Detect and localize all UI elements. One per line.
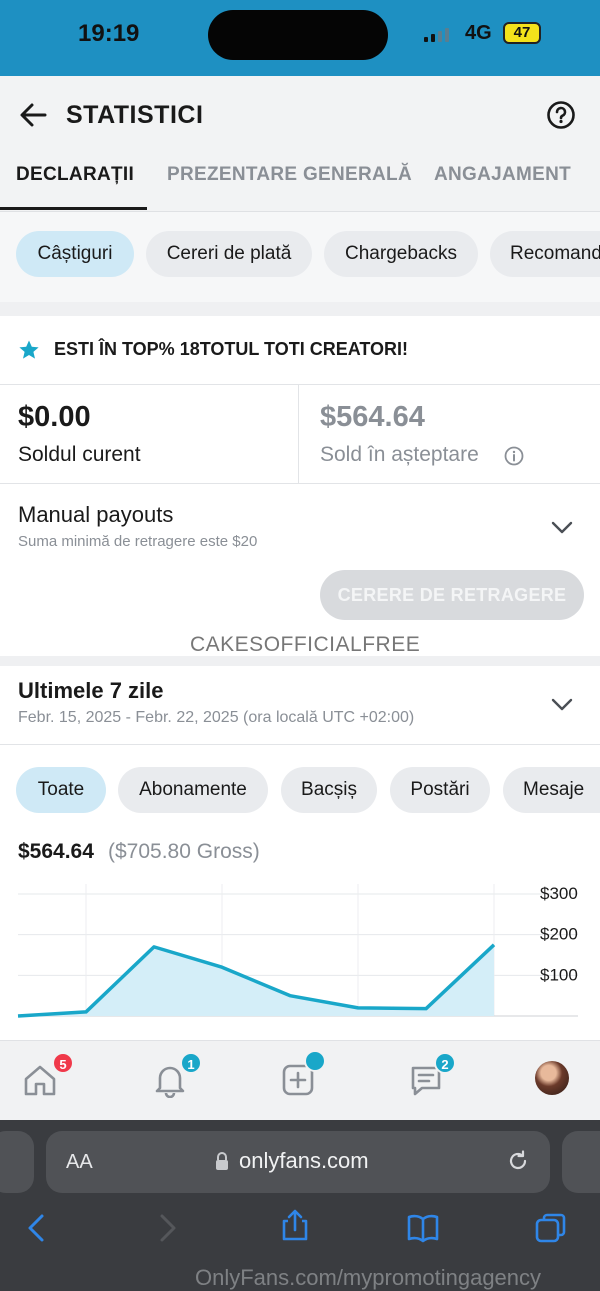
period-title[interactable]: Ultimele 7 zile [18, 678, 164, 704]
section-divider [0, 744, 600, 745]
star-icon [19, 340, 39, 359]
add-post-dot [304, 1050, 326, 1072]
reload-icon[interactable] [506, 1149, 530, 1173]
earnings-chart: $300 $200 $100 [17, 884, 578, 1018]
reader-options-button[interactable]: AA [66, 1151, 93, 1174]
pending-balance-label: Sold în așteptare [320, 443, 479, 466]
pending-balance-card [298, 384, 600, 484]
chip-mesaje[interactable]: Mesaje [503, 767, 600, 813]
username-watermark: CAKESOFFICIALFREE [190, 633, 421, 656]
current-balance-label: Soldul curent [18, 443, 141, 466]
network-type: 4G [465, 22, 492, 44]
previous-tab-preview[interactable] [0, 1131, 34, 1193]
status-time: 19:19 [78, 20, 140, 47]
active-tab-indicator [0, 207, 147, 210]
tab-angajament[interactable]: ANGAJAMENT [434, 164, 571, 186]
info-icon[interactable] [504, 446, 524, 466]
chip-chargebacks[interactable]: Chargebacks [324, 231, 478, 277]
tab-declaratii[interactable]: DECLARAȚII [16, 164, 134, 186]
browser-back-icon[interactable] [20, 1211, 54, 1245]
current-balance-amount: $0.00 [18, 401, 91, 433]
pending-balance-amount: $564.64 [320, 401, 425, 433]
chevron-down-icon[interactable] [550, 520, 574, 536]
lock-icon [216, 1152, 228, 1170]
minimum-withdrawal-note: Suma minimă de retragere este $20 [18, 533, 258, 550]
section-divider [0, 302, 600, 316]
manual-payouts-title: Manual payouts [18, 502, 174, 527]
chip-bacsis[interactable]: Bacșiș [281, 767, 377, 813]
chip-recomandari[interactable]: Recomand [490, 231, 600, 277]
tab-prezentare-generala[interactable]: PREZENTARE GENERALĂ [167, 164, 412, 186]
chip-postari[interactable]: Postări [390, 767, 490, 813]
chart-y-tick-label: $300 [540, 884, 578, 903]
withdrawal-request-button[interactable]: CERERE DE RETRAGERE [320, 570, 584, 620]
total-gross-earnings: ($705.80 Gross) [108, 840, 260, 863]
back-arrow-icon[interactable] [18, 100, 48, 130]
chart-y-tick-label: $100 [540, 965, 578, 984]
chart-y-tick-label: $200 [540, 925, 578, 944]
section-divider [0, 656, 600, 666]
share-icon[interactable] [278, 1208, 312, 1242]
period-range: Febr. 15, 2025 - Febr. 22, 2025 (ora loc… [18, 709, 415, 726]
battery-icon: 47 [503, 22, 541, 44]
promo-watermark: OnlyFans.com/mypromotingagency [195, 1265, 542, 1290]
home-notification-badge: 5 [52, 1052, 74, 1074]
chip-cereri-de-plata[interactable]: Cereri de plată [146, 231, 312, 277]
bookmarks-icon[interactable] [406, 1211, 440, 1245]
chip-toate[interactable]: Toate [16, 767, 106, 813]
signal-icon [424, 26, 449, 42]
page-title: STATISTICI [66, 101, 204, 129]
url-text[interactable]: onlyfans.com [239, 1148, 369, 1174]
help-icon[interactable] [546, 100, 576, 130]
messages-badge: 2 [434, 1052, 456, 1074]
browser-forward-icon[interactable] [150, 1211, 184, 1245]
current-balance-card [0, 384, 298, 484]
total-net-earnings: $564.64 [18, 840, 94, 863]
chip-castiguri[interactable]: Câștiguri [16, 231, 134, 277]
avatar[interactable] [535, 1061, 569, 1095]
top-creator-text: ESTI ÎN TOP% 18TOTUL TOTI CREATORI! [54, 339, 409, 359]
next-tab-preview[interactable] [562, 1131, 600, 1193]
dynamic-island [208, 10, 388, 60]
chevron-down-icon[interactable] [550, 697, 574, 713]
notifications-badge: 1 [180, 1052, 202, 1074]
chip-abonamente[interactable]: Abonamente [118, 767, 268, 813]
tabs-icon[interactable] [534, 1211, 568, 1245]
